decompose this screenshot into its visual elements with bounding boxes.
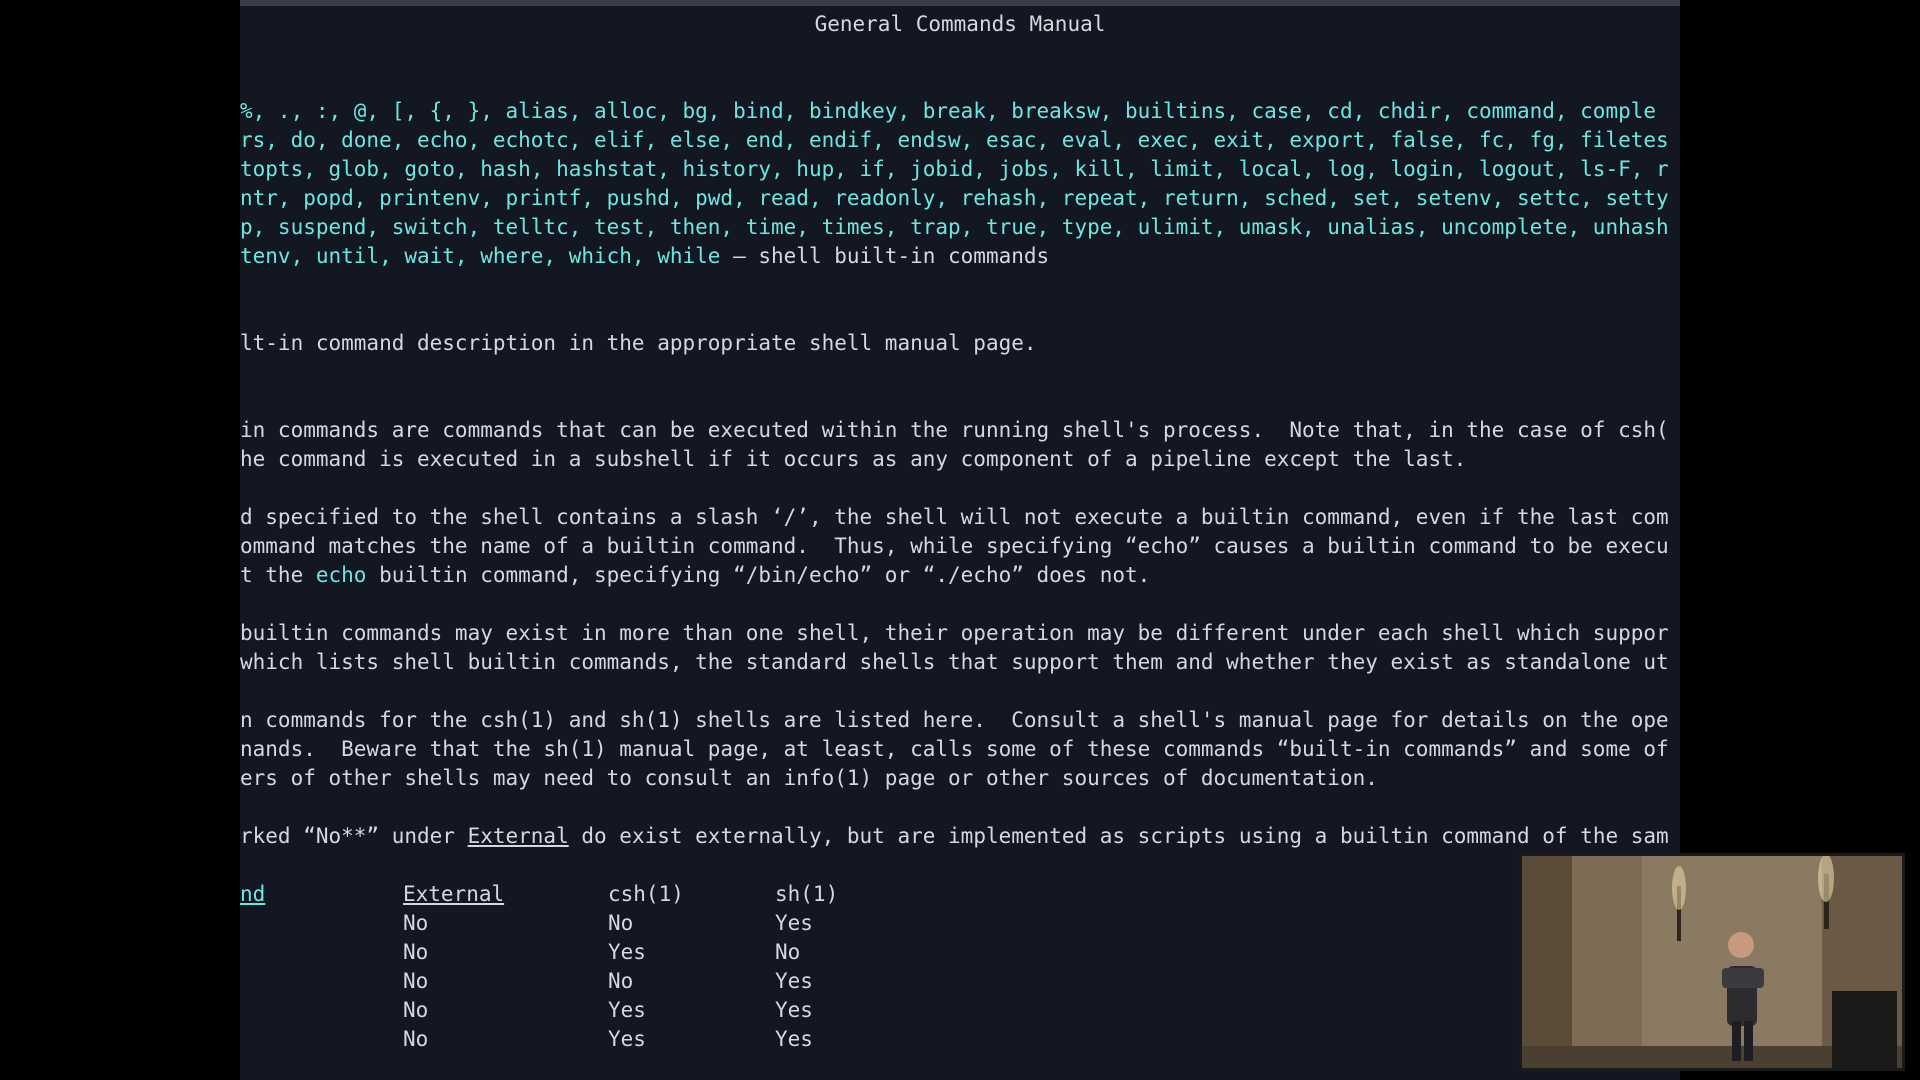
table-header-csh: csh(1) [608, 882, 684, 906]
desc-p2-line-3: t the echo builtin command, specifying “… [240, 561, 1150, 590]
name-description: – shell built-in commands [720, 244, 1050, 268]
table-cell-csh: No [608, 969, 634, 993]
synopsis-text: lt-in command description in the appropr… [240, 331, 1037, 355]
table-cell-external: No [403, 911, 429, 935]
table-cell-csh: Yes [608, 1027, 646, 1051]
desc-p4-line-3: ers of other shells may need to consult … [240, 766, 1378, 790]
table-header-sh: sh(1) [775, 882, 839, 906]
table-cell-sh: Yes [775, 969, 813, 993]
table-cell-external: No [403, 969, 429, 993]
man-page-header: General Commands Manual [814, 12, 1106, 36]
name-line-5: p, suspend, switch, telltc, test, then, … [240, 215, 1669, 239]
table-cell-sh: Yes [775, 911, 813, 935]
desc-p2-after: builtin command, specifying “/bin/echo” … [366, 563, 1151, 587]
table-cell-sh: Yes [775, 998, 813, 1022]
echo-reference: echo [315, 563, 367, 587]
desc-p3-line-1: builtin commands may exist in more than … [240, 621, 1669, 645]
presenter-video-image [1522, 856, 1902, 1068]
table-cell-csh: Yes [608, 940, 646, 964]
table-cell-csh: No [608, 911, 634, 935]
desc-p2-line-1: d specified to the shell contains a slas… [240, 505, 1669, 529]
desc-p1-line-2: he command is executed in a subshell if … [240, 447, 1467, 471]
desc-p5-line-1: rked “No**” under External do exist exte… [240, 822, 1669, 851]
name-last-commands: tenv, until, wait, where, which, while [240, 244, 721, 268]
table-header-command: nd [240, 882, 266, 906]
table-cell-sh: No [775, 940, 801, 964]
table-cell-sh: Yes [775, 1027, 813, 1051]
desc-p5-before: rked “No**” under [240, 824, 468, 848]
desc-p2-line-2: ommand matches the name of a builtin com… [240, 534, 1669, 558]
name-line-6: tenv, until, wait, where, which, while –… [240, 242, 1049, 271]
desc-p1-line-1: in commands are commands that can be exe… [240, 418, 1669, 442]
table-cell-external: No [403, 998, 429, 1022]
table-cell-external: No [403, 1027, 429, 1051]
desc-p4-line-1: n commands for the csh(1) and sh(1) shel… [240, 708, 1669, 732]
name-line-1: %, ., :, @, [, {, }, alias, alloc, bg, b… [240, 99, 1657, 123]
external-reference: External [467, 824, 569, 848]
window-top-bar [240, 0, 1680, 6]
desc-p4-line-2: nands. Beware that the sh(1) manual page… [240, 737, 1669, 761]
table-cell-external: No [403, 940, 429, 964]
name-line-4: ntr, popd, printenv, printf, pushd, pwd,… [240, 186, 1669, 210]
presenter-webcam [1519, 853, 1905, 1071]
desc-p5-after: do exist externally, but are implemented… [568, 824, 1669, 848]
name-line-2: rs, do, done, echo, echotc, elif, else, … [240, 128, 1669, 152]
desc-p2-before: t the [240, 563, 316, 587]
table-cell-csh: Yes [608, 998, 646, 1022]
name-line-3: topts, glob, goto, hash, hashstat, histo… [240, 157, 1669, 181]
table-header-external: External [403, 882, 505, 906]
desc-p3-line-2: which lists shell builtin commands, the … [240, 650, 1669, 674]
terminal-window[interactable]: General Commands Manual %, ., :, @, [, {… [240, 0, 1680, 1080]
